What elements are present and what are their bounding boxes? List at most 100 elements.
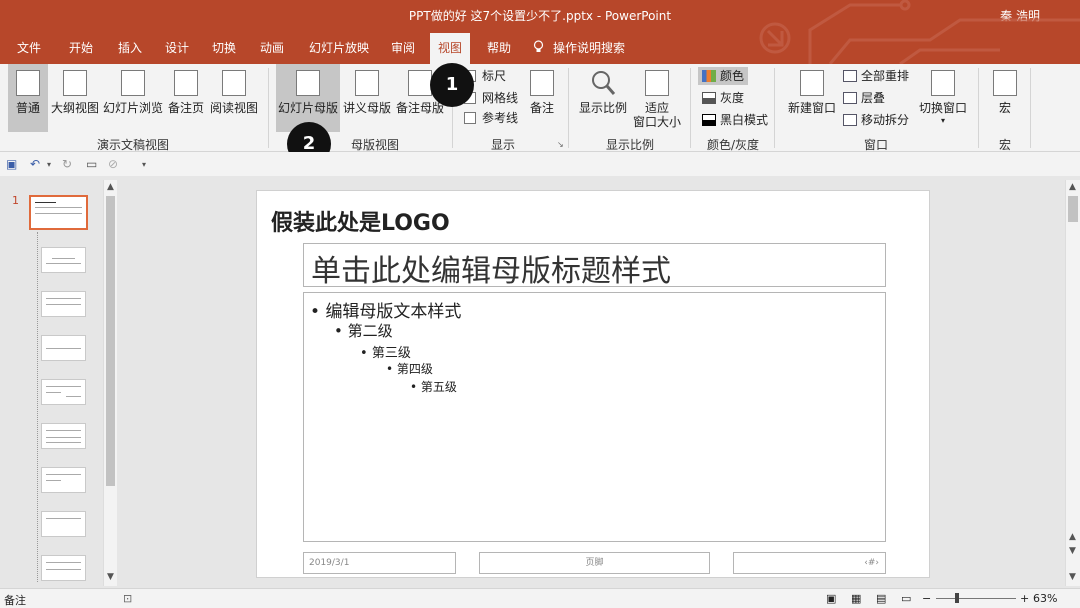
black-white-button[interactable]: 黑白模式 [702, 111, 768, 129]
previous-slide-icon[interactable]: ▲ [1069, 532, 1076, 542]
fit-window-label: 适应 窗口大小 [632, 101, 681, 129]
notes-icon [530, 70, 554, 96]
date-placeholder[interactable]: 2019/3/1 [303, 552, 456, 574]
move-split-button[interactable]: 移动拆分 [843, 111, 909, 129]
zoom-in-icon[interactable]: + [1020, 592, 1029, 605]
zoom-button[interactable]: 显示比例 [576, 64, 630, 132]
notes-button[interactable]: 备注 [524, 64, 560, 132]
normal-view-icon [16, 70, 40, 96]
arrange-all-button[interactable]: 全部重排 [843, 67, 909, 85]
handout-master-icon [355, 70, 379, 96]
text-level-3: • 第三级 [360, 346, 411, 361]
touch-mode-icon[interactable]: ⊘ [108, 157, 118, 171]
tab-design[interactable]: 设计 [165, 39, 189, 56]
zoom-level[interactable]: 63% [1033, 592, 1057, 605]
slide-thumbnail[interactable] [41, 379, 86, 405]
fit-window-button[interactable]: 适应 窗口大小 [630, 64, 684, 132]
slide-thumbnail[interactable] [41, 423, 86, 449]
notes-page-button[interactable]: 备注页 [166, 64, 206, 132]
outline-view-label: 大纲视图 [50, 101, 99, 115]
tab-file[interactable]: 文件 [17, 39, 41, 56]
slide-thumbnail[interactable] [41, 291, 86, 317]
annotation-badge-1: 1 [430, 63, 474, 107]
chevron-down-icon[interactable]: ▾ [47, 160, 51, 169]
next-slide-icon[interactable]: ▼ [1069, 546, 1076, 556]
notes-master-label: 备注母版 [395, 101, 444, 115]
group-zoom: 显示比例 [605, 138, 654, 152]
accessibility-icon[interactable]: ⊡ [123, 592, 132, 605]
thumbnail-scrollbar[interactable]: ▲ ▼ [103, 180, 117, 586]
zoom-slider-thumb[interactable] [955, 593, 959, 603]
outline-view-icon [63, 70, 87, 96]
outline-view-button[interactable]: 大纲视图 [50, 64, 100, 132]
color-button[interactable]: 颜色 [698, 67, 748, 85]
zoom-label: 显示比例 [578, 101, 627, 115]
slide-master-icon [296, 70, 320, 96]
user-name[interactable]: 秦 浩明 [1000, 7, 1040, 24]
macros-button[interactable]: 宏 [988, 64, 1022, 132]
normal-view-button[interactable]: 普通 [8, 64, 48, 132]
slideshow-icon[interactable]: ▭ [901, 592, 911, 605]
slide-thumbnail[interactable] [41, 335, 86, 361]
gridlines-label: 网格线 [482, 91, 519, 105]
scroll-down-icon[interactable]: ▼ [107, 572, 114, 582]
slide-thumbnail[interactable] [29, 195, 88, 230]
slide-thumbnail[interactable] [41, 511, 86, 537]
zoom-slider-track[interactable] [936, 598, 1016, 599]
tab-animations[interactable]: 动画 [260, 39, 284, 56]
ruler-label: 标尺 [482, 69, 507, 83]
text-level-4-label: 第四级 [396, 362, 433, 376]
guides-checkbox[interactable]: 参考线 [464, 109, 518, 127]
slide-sorter-icon [121, 70, 145, 96]
reading-view-icon[interactable]: ▤ [876, 592, 886, 605]
tab-slideshow[interactable]: 幻灯片放映 [309, 39, 369, 56]
macros-label: 宏 [998, 101, 1011, 115]
logo-placeholder-text[interactable]: 假装此处是LOGO [271, 205, 450, 237]
reading-view-button[interactable]: 阅读视图 [208, 64, 260, 132]
scroll-thumb[interactable] [106, 196, 115, 486]
text-level-3-label: 第三级 [371, 346, 411, 361]
slide-thumbnail[interactable] [41, 467, 86, 493]
present-icon[interactable]: ▭ [86, 157, 97, 171]
cascade-button[interactable]: 层叠 [843, 89, 885, 107]
scroll-down-icon[interactable]: ▼ [1069, 572, 1076, 582]
slide-number: 1 [12, 194, 19, 207]
new-window-button[interactable]: 新建窗口 [784, 64, 840, 132]
save-icon[interactable]: ▣ [6, 157, 17, 171]
master-title-placeholder[interactable]: 单击此处编辑母版标题样式 [303, 243, 886, 289]
footer-placeholder[interactable]: 页脚 [479, 552, 710, 574]
normal-view-icon[interactable]: ▣ [826, 592, 836, 605]
undo-icon[interactable]: ↶ [30, 157, 40, 171]
handout-master-button[interactable]: 讲义母版 [342, 64, 392, 132]
redo-icon[interactable]: ↻ [62, 157, 72, 171]
slide-sorter-icon[interactable]: ▦ [851, 592, 861, 605]
color-swatch-icon [702, 70, 716, 82]
tab-transitions[interactable]: 切换 [212, 39, 236, 56]
slide-sorter-button[interactable]: 幻灯片浏览 [102, 64, 164, 132]
switch-window-button[interactable]: 切换窗口 ▾ [914, 64, 972, 132]
master-text-placeholder[interactable]: • 编辑母版文本样式 • 第二级 • 第三级 • 第四级 • 第五级 [303, 292, 886, 542]
macros-icon [993, 70, 1017, 96]
slide-thumbnail[interactable] [41, 247, 86, 273]
grayscale-button[interactable]: 灰度 [702, 89, 744, 107]
tab-home[interactable]: 开始 [69, 39, 93, 56]
ribbon: 普通 大纲视图 幻灯片浏览 备注页 阅读视图 演示文稿视图 幻灯片母版 讲义母版… [0, 64, 1080, 152]
dialog-launcher-icon[interactable]: ↘ [557, 140, 564, 149]
title-bar: PPT做的好 这7个设置少不了.pptx - PowerPoint 秦 浩明 [0, 0, 1080, 30]
customize-qat-icon[interactable]: ▾ [142, 160, 146, 169]
editor-scrollbar[interactable]: ▲ ▲ ▼ ▼ [1065, 180, 1080, 586]
tell-me-search[interactable]: 操作说明搜索 [553, 39, 625, 56]
tab-view[interactable]: 视图 [430, 33, 471, 64]
notes-toggle[interactable]: 备注 [4, 592, 26, 608]
zoom-out-icon[interactable]: − [922, 592, 931, 605]
scroll-thumb[interactable] [1068, 196, 1078, 222]
notes-page-icon [174, 70, 198, 96]
slide-thumbnail[interactable] [41, 555, 86, 581]
slide-number-placeholder[interactable]: ‹#› [733, 552, 886, 574]
arrange-all-label: 全部重排 [861, 69, 910, 83]
tab-insert[interactable]: 插入 [118, 39, 142, 56]
scroll-up-icon[interactable]: ▲ [107, 182, 114, 192]
tab-help[interactable]: 帮助 [487, 39, 511, 56]
tab-review[interactable]: 审阅 [391, 39, 415, 56]
scroll-up-icon[interactable]: ▲ [1069, 182, 1076, 192]
